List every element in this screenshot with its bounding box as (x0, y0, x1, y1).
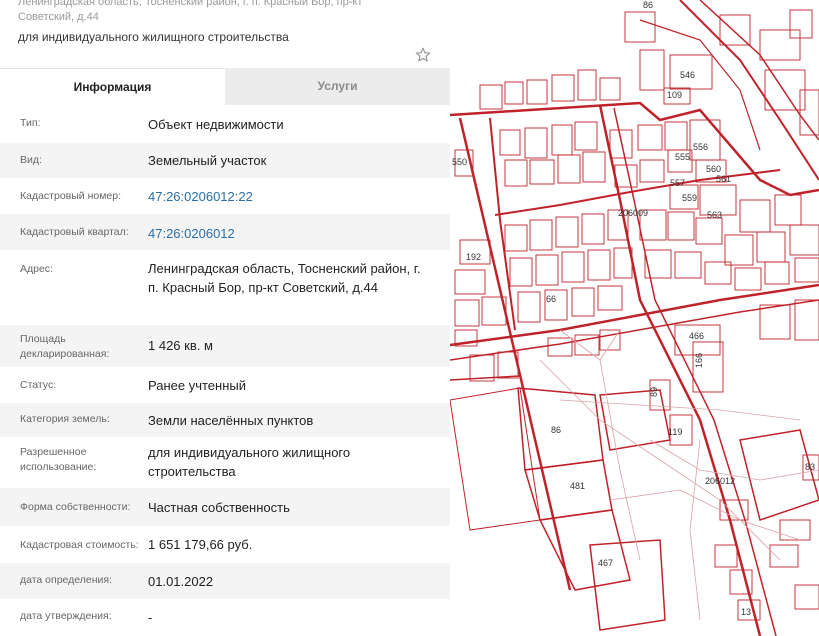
parcel-label: 555 (675, 152, 690, 162)
row-value: Объект недвижимости (148, 117, 284, 132)
parcel-label: 559 (682, 193, 697, 203)
parcel-label: 481 (570, 481, 585, 491)
row-cadastral-value: Кадастровая стоимость: 1 651 179,66 руб. (0, 526, 450, 563)
parcel-label: 561 (716, 174, 731, 184)
tab-info[interactable]: Информация (0, 68, 225, 105)
row-value: Земли населённых пунктов (148, 413, 314, 428)
parcel-label: 13 (741, 607, 751, 617)
row-label: Адрес: (20, 263, 53, 275)
row-value: - (148, 610, 153, 625)
parcel-label: 86 (643, 0, 653, 10)
cadastral-number-link[interactable]: 47:26:0206012:22 (148, 178, 428, 214)
row-approval-date: дата утверждения: - (0, 599, 450, 635)
row-label: Кадастровый квартал: (20, 226, 129, 238)
row-type: Тип: Объект недвижимости (0, 105, 450, 143)
row-value: для индивидуального жилищного строительс… (148, 445, 351, 479)
row-value: Ранее учтенный (148, 378, 246, 393)
row-value: 1 651 179,66 руб. (148, 537, 253, 552)
row-label: Кадастровый номер: (20, 190, 122, 202)
row-label: Статус: (20, 379, 57, 391)
row-ownership: Форма собственности: Частная собственнос… (0, 488, 450, 526)
favorite-star-icon[interactable] (414, 46, 432, 64)
tab-bar: Информация Услуги (0, 68, 450, 105)
row-status: Статус: Ранее учтенный (0, 367, 450, 403)
row-permitted-use: Разрешенное использование: для индивидуа… (0, 437, 450, 488)
row-area: Площадь декларированная: 1 426 кв. м (0, 325, 450, 367)
row-label: Разрешенное использование: (20, 446, 97, 473)
cadastral-quarter-link[interactable]: 47:26:0206012 (148, 214, 428, 250)
parcel-label: 89 (649, 387, 659, 397)
row-value: 01.01.2022 (148, 574, 214, 589)
parcel-label: 206012 (705, 476, 735, 486)
parcel-label: 119 (668, 427, 682, 437)
parcel-label: 560 (706, 164, 721, 174)
map-light-grid (539, 329, 819, 621)
row-label: Вид: (20, 154, 42, 166)
info-table: Тип: Объект недвижимости Вид: Земельный … (0, 105, 450, 635)
row-value: 1 426 кв. м (148, 338, 213, 353)
row-cadastral-number: Кадастровый номер: 47:26:0206012:22 (0, 178, 450, 214)
row-cadastral-quarter: Кадастровый квартал: 47:26:0206012 (0, 214, 450, 250)
parcel-label: 563 (707, 210, 722, 220)
parcel-label: 83 (805, 462, 815, 472)
parcel-label: 467 (598, 558, 613, 568)
tab-services[interactable]: Услуги (225, 68, 450, 105)
row-address: Адрес: Ленинградская область, Тосненский… (0, 250, 450, 325)
cadastral-map[interactable]: 86 546 109 550 555556 560561 557 559 563 206009 19… (450, 0, 819, 636)
parcel-label: 66 (546, 294, 556, 304)
parcel-label: 192 (466, 252, 481, 262)
row-value: Ленинградская область, Тосненский район,… (148, 261, 421, 295)
parcel-label: 557 (670, 178, 685, 188)
row-kind: Вид: Земельный участок (0, 143, 450, 178)
row-label: Тип: (20, 117, 41, 129)
parcel-label: 109 (667, 90, 682, 100)
parcel-label: 206009 (618, 208, 648, 218)
parcel-label: 466 (689, 331, 704, 341)
parcel-label: 86 (551, 425, 561, 435)
row-value: Частная собственность (148, 500, 290, 515)
row-label: дата утверждения: (20, 610, 112, 622)
info-panel: Ленинградская область, Тосненский район,… (0, 0, 450, 636)
object-purpose-header: для индивидуального жилищного строительс… (18, 30, 289, 44)
parcel-label: 556 (693, 142, 708, 152)
row-value: Земельный участок (148, 153, 267, 168)
object-address-header: Ленинградская область, Тосненский район,… (18, 0, 363, 23)
row-valuation-date: дата определения: 01.01.2022 (0, 563, 450, 599)
row-label: Площадь декларированная: (20, 333, 110, 360)
parcel-label: 550 (452, 157, 467, 167)
row-label: Форма собственности: (20, 501, 131, 513)
map-large-parcels (450, 387, 819, 631)
parcel-label: 166 (694, 353, 704, 368)
row-label: дата определения: (20, 574, 113, 586)
row-label: Кадастровая стоимость: (20, 539, 139, 551)
row-label: Категория земель: (20, 413, 110, 425)
parcel-label: 546 (680, 70, 695, 80)
row-land-category: Категория земель: Земли населённых пункт… (0, 403, 450, 437)
